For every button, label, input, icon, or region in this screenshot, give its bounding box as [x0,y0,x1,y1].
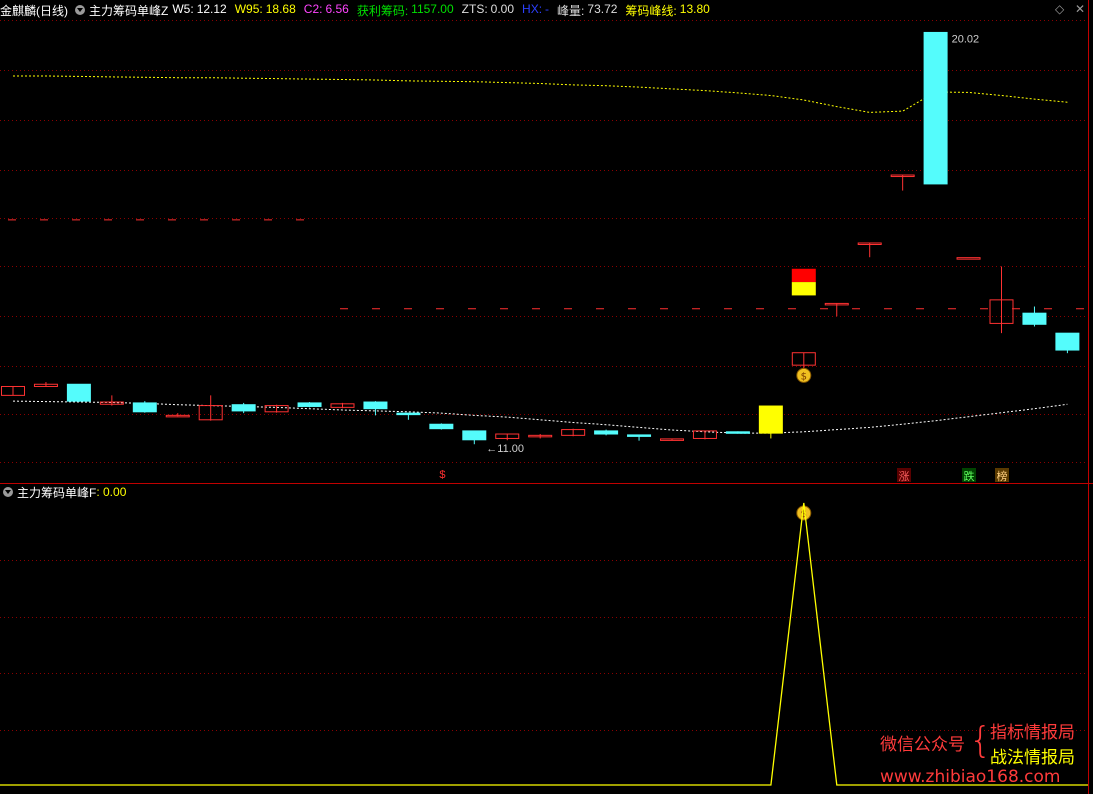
candle-body-22 [725,431,750,434]
field-value-6: 73.72 [587,1,618,16]
ma-upper-line [13,75,1068,113]
chart-canvas: $$20.02←11.00$ 涨跌榜 [0,0,1093,794]
candle-body-4 [132,402,157,413]
low-price-label: ←11.00 [486,443,524,455]
indicator-fields: W5: 12.12 W95: 18.68 C2: 6.56 获利筹码: 1157.00 ZTS:… [172,2,717,19]
signal-block-red [791,268,816,283]
candle-body-14 [462,430,487,441]
close-icon[interactable]: ✕ [1075,2,1085,16]
zhang-tag: 涨 [899,470,910,483]
candle-body-11 [363,401,388,410]
field-label-0: W5: [172,1,194,16]
brace-glyph: { [969,720,992,761]
bang-tag: 榜 [997,469,1008,483]
wechat-label: 微信公众号 [880,735,965,755]
high-price-label: 20.02 [952,33,980,45]
site-url: www.zhibiao168.com [880,767,1061,787]
candle-body-7 [231,404,256,412]
candle-body-31 [1022,312,1047,325]
period-label: (日线) [36,3,69,18]
field-label-4: ZTS: [461,1,488,16]
candle-body-18 [594,430,619,435]
field-label-6: 峰量: [557,3,585,18]
field-value-4: 0.00 [490,1,515,16]
lower-header: 主力筹码单峰F : 0.00 [0,483,130,501]
signal-block-yellow [791,282,816,296]
field-value-2: 6.56 [325,1,349,16]
field-value-7: 13.80 [679,1,710,16]
field-value-0: 12.12 [196,1,227,16]
candle-body-9 [297,402,322,407]
lower-indicator-name: 主力筹码单峰F [17,485,97,500]
field-value-1: 18.68 [265,1,296,16]
candle-body-19 [627,434,652,437]
brand-line-1: 指标情报局 [990,723,1075,743]
diamond-icon[interactable]: ◇ [1055,2,1064,16]
lower-indicator-value: : 0.00 [96,485,127,499]
indicator-name: 主力筹码单峰Z [89,3,169,18]
stock-name: 金麒麟 [0,3,37,18]
candle-body-32 [1055,332,1080,351]
field-value-5: - [545,1,550,16]
field-label-1: W95: [234,1,263,16]
lower-indicator-dropdown-icon[interactable] [3,487,13,497]
field-label-3: 获利筹码: [356,3,409,18]
indicator-dropdown-icon[interactable] [75,5,86,15]
brand-line-2: 战法情报局 [990,748,1075,768]
candle-body-2 [66,383,91,402]
event-marker-icon: $ [439,469,445,481]
candle-body-29 [956,257,981,260]
upper-header: 金麒麟 (日线) 主力筹码单峰Z W5: 12.12 W95: 18.68 C2: 6.5… [0,1,718,19]
candle-body-23 [758,405,783,434]
candle-body-13 [429,423,454,430]
money-bag-icon-upper-glyph: $ [801,371,807,382]
field-label-5: HX: [522,1,543,16]
field-label-7: 筹码峰线: [625,3,677,18]
die-tag: 跌 [964,469,975,483]
field-value-3: 1157.00 [411,1,454,16]
candle-body-12 [396,412,421,416]
candle-body-28 [923,31,948,185]
field-label-2: C2: [303,1,323,16]
